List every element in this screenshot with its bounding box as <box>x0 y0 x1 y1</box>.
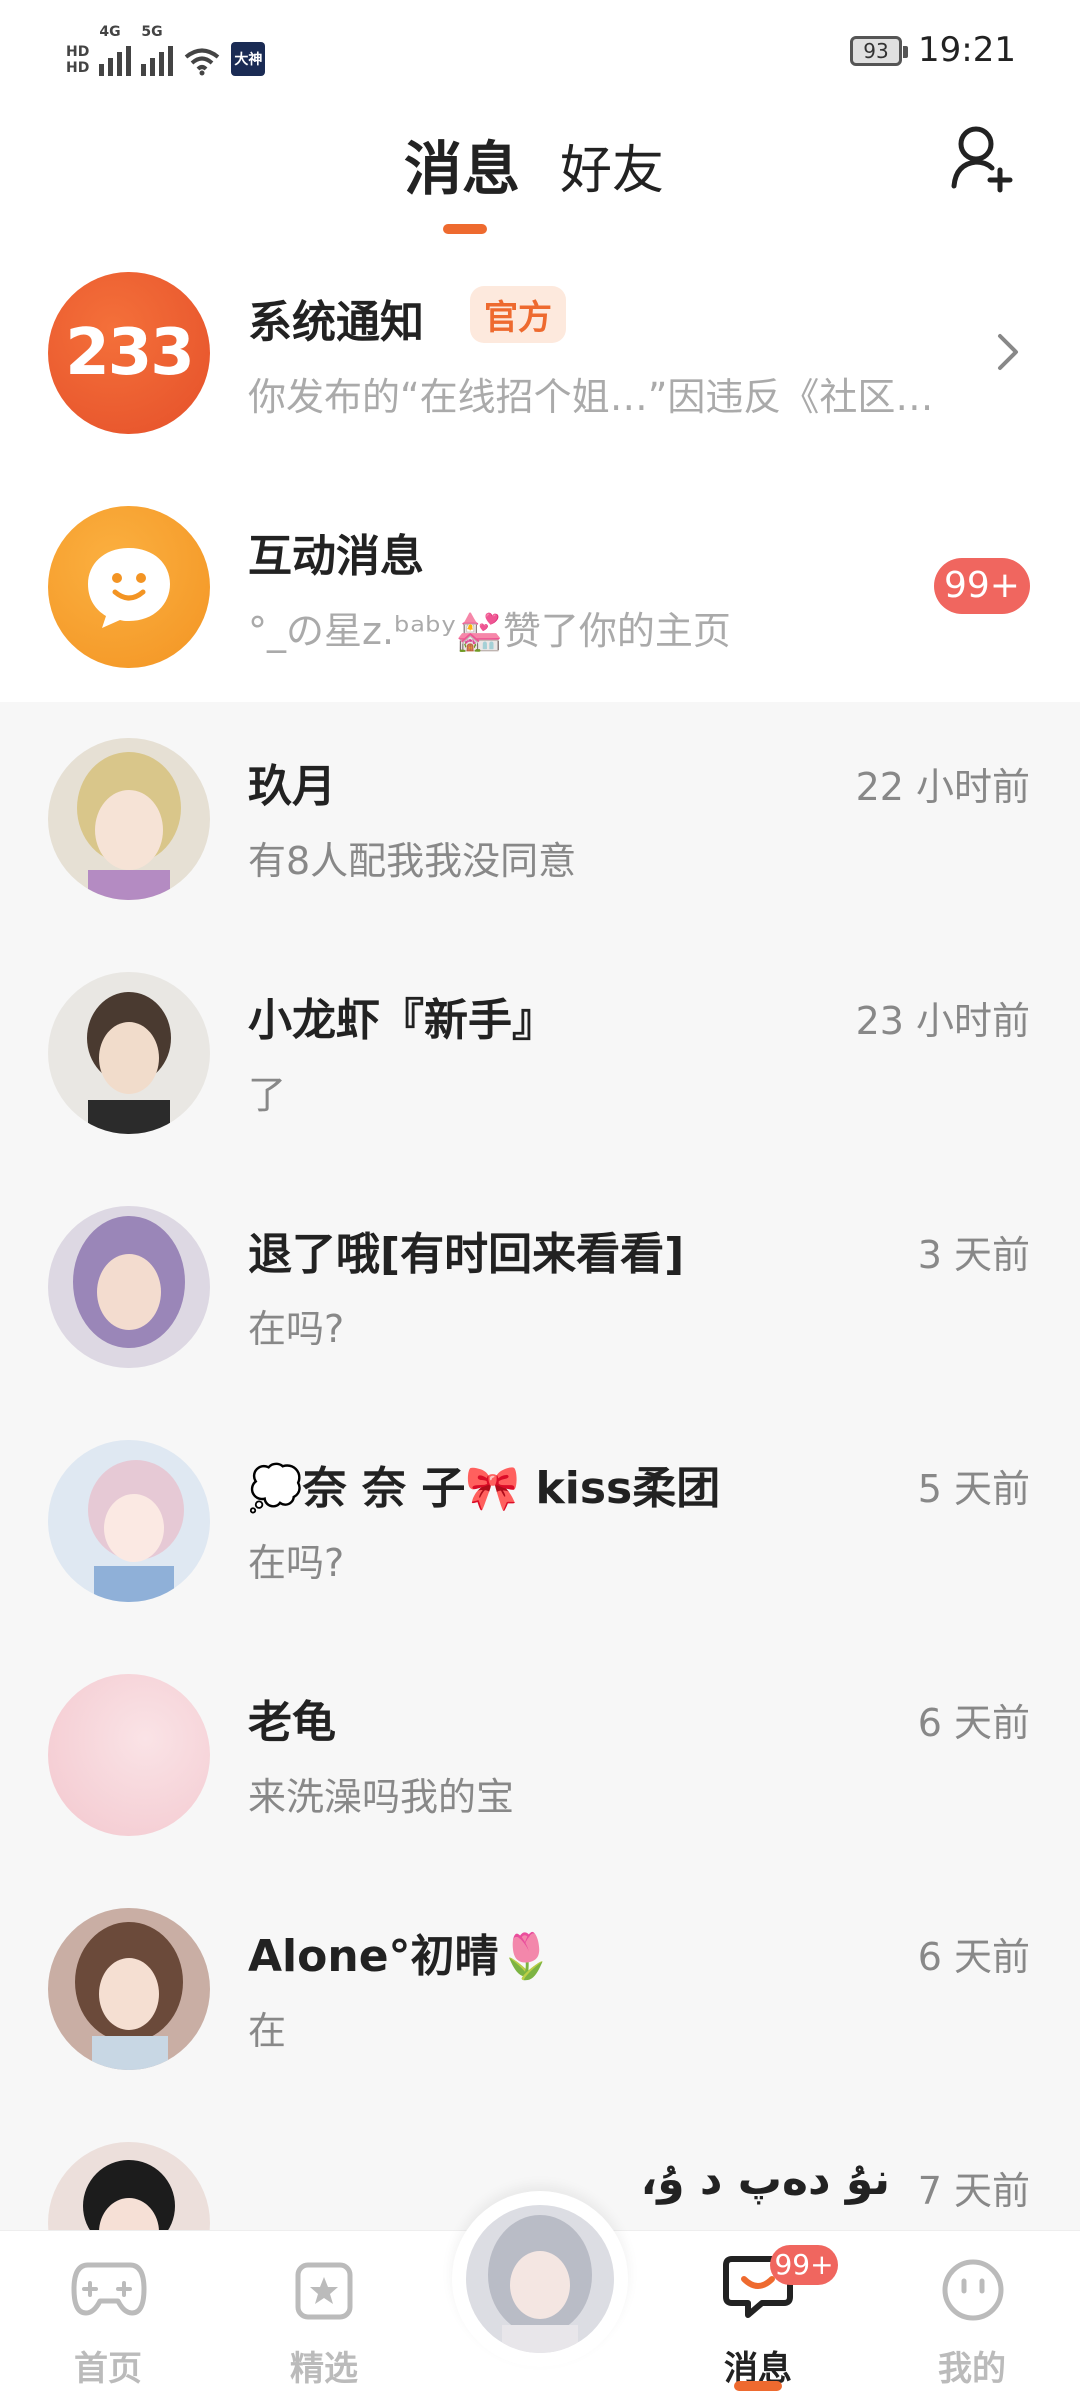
clock: 19:21 <box>918 30 1016 70</box>
unread-badge: 99+ <box>934 558 1030 614</box>
chat-last-message: 在吗? <box>248 1541 345 1585</box>
system-notification-avatar: 233 <box>48 272 210 434</box>
chat-name: 玖月 <box>248 761 336 812</box>
chat-last-message: 在 <box>248 2009 287 2053</box>
interaction-preview: °_の星z.ᵇᵃᵇʸ💒赞了你的主页 <box>248 609 731 653</box>
system-notification-preview: 你发布的“在线招个姐…”因违反《社区… <box>248 375 934 419</box>
chat-last-message: 来洗澡吗我的宝 <box>248 1775 515 1819</box>
interaction-title: 互动消息 <box>248 531 424 582</box>
interaction-messages-row[interactable]: 互动消息 °_の星z.ᵇᵃᵇʸ💒赞了你的主页 99+ <box>0 468 1080 702</box>
messages-unread-badge: 99+ <box>770 2245 838 2285</box>
nav-mine[interactable]: 我的 <box>902 2231 1042 2401</box>
bottom-navigation: 首页 精选 消息 99+ 我的 <box>0 2191 1080 2401</box>
avatar-logo-text: 233 <box>65 316 195 390</box>
tab-messages[interactable]: 消息 <box>404 122 520 206</box>
network-label: 4G <box>99 24 121 40</box>
signal-4g: 4G <box>99 24 132 76</box>
nav-home-label: 首页 <box>74 2349 142 2389</box>
network-label: 5G <box>141 24 163 40</box>
chat-row[interactable]: 退了哦[有时回来看看] 在吗? 3 天前 <box>0 1170 1080 1404</box>
chat-name: 小龙虾『新手』 <box>248 995 556 1046</box>
wifi-icon <box>185 48 220 76</box>
system-notification-title: 系统通知 <box>248 297 424 348</box>
avatar <box>48 1908 210 2070</box>
chat-row[interactable]: 玖月 有8人配我我没同意 22 小时前 <box>0 702 1080 936</box>
chat-name: 老龟 <box>248 1697 336 1748</box>
avatar <box>48 1674 210 1836</box>
chat-name: 退了哦[有时回来看看] <box>248 1229 685 1280</box>
signal-5g: 5G <box>141 24 174 76</box>
active-nav-indicator <box>734 2381 782 2391</box>
system-notification-row[interactable]: 233 系统通知 官方 你发布的“在线招个姐…”因违反《社区… <box>0 234 1080 468</box>
official-tag: 官方 <box>470 286 566 343</box>
avatar <box>48 1440 210 1602</box>
nav-home[interactable]: 首页 <box>38 2231 178 2401</box>
chat-name: نۇ دەپ د ۇ، <box>640 2154 890 2205</box>
chat-name: Alone°初晴🌷 <box>248 1931 554 1982</box>
hd-label: HD <box>66 44 90 60</box>
top-header: 消息 好友 <box>0 100 1080 235</box>
star-icon <box>295 2262 353 2320</box>
battery-indicator: 93 <box>850 36 908 66</box>
chevron-right-icon <box>998 334 1018 370</box>
avatar <box>466 2205 614 2353</box>
avatar <box>48 972 210 1134</box>
hd-indicator: HD HD <box>66 44 89 76</box>
chat-bubble-icon <box>88 548 170 628</box>
gamepad-icon <box>71 2262 147 2316</box>
chat-row[interactable]: 💭奈 奈 子🎀 kiss柔团 在吗? 5 天前 <box>0 1404 1080 1638</box>
add-friend-icon[interactable] <box>950 124 1014 194</box>
chat-time: 5 天前 <box>917 1467 1030 1511</box>
chat-last-message: 了 <box>248 1073 287 1117</box>
app-badge-icon: 大神 <box>231 42 266 76</box>
active-tab-indicator <box>443 224 487 234</box>
chat-row[interactable]: 小龙虾『新手』 了 23 小时前 <box>0 936 1080 1170</box>
chat-time: 3 天前 <box>917 1233 1030 1277</box>
chat-time: 6 天前 <box>917 1701 1030 1745</box>
chat-last-message: 有8人配我我没同意 <box>248 839 577 883</box>
nav-mine-label: 我的 <box>938 2349 1006 2389</box>
chat-name: 💭奈 奈 子🎀 kiss柔团 <box>248 1463 721 1514</box>
chat-time: 23 小时前 <box>855 999 1030 1043</box>
nav-featured-label: 精选 <box>290 2349 358 2389</box>
chat-last-message: 在吗? <box>248 1307 345 1351</box>
smiley-icon <box>942 2259 1004 2321</box>
chat-time: 7 天前 <box>917 2169 1030 2213</box>
chat-time: 6 天前 <box>917 1935 1030 1979</box>
interaction-avatar <box>48 506 210 668</box>
avatar <box>48 1206 210 1368</box>
hd-label: HD <box>66 60 90 76</box>
avatar <box>48 738 210 900</box>
status-bar: HD HD 4G 5G 大神 93 19:21 <box>0 0 1080 100</box>
tab-friends[interactable]: 好友 <box>560 128 664 203</box>
nav-profile-center[interactable] <box>452 2191 628 2367</box>
status-icons: HD HD 4G 5G 大神 <box>66 24 266 76</box>
chat-row[interactable]: 老龟 来洗澡吗我的宝 6 天前 <box>0 1638 1080 1872</box>
nav-featured[interactable]: 精选 <box>254 2231 394 2401</box>
chat-time: 22 小时前 <box>855 765 1030 809</box>
chat-row[interactable]: Alone°初晴🌷 在 6 天前 <box>0 1872 1080 2106</box>
